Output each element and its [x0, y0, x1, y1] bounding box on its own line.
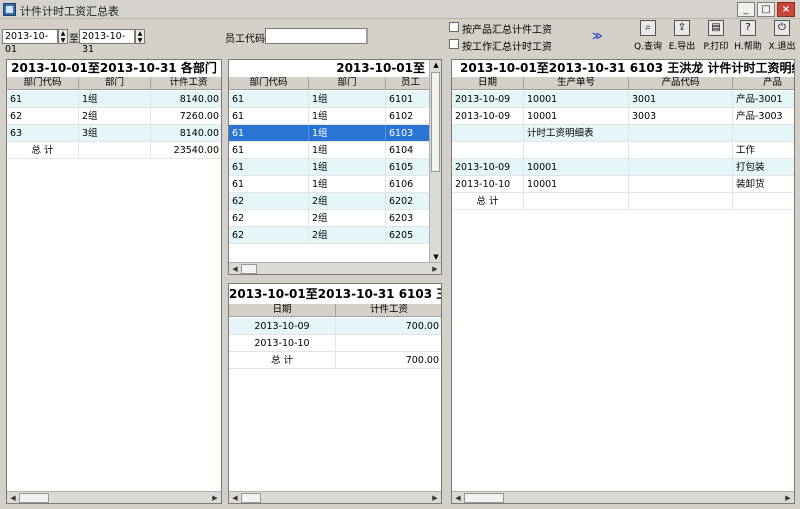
table-row[interactable]: 2013-10-09 10001 打包装 — [452, 159, 794, 176]
table-row[interactable]: 61 1组 6106 — [229, 176, 431, 193]
detail-panel: 2013-10-01至2013-10-31 6103 王洪龙 计件计时工资明细表… — [451, 59, 795, 504]
scroll-left-icon[interactable]: ◀ — [453, 493, 463, 503]
table-row[interactable]: 62 2组 6202 — [229, 193, 431, 210]
app-icon — [3, 3, 16, 16]
department-table-header: 部门代码 部门 计件工资 — [7, 77, 221, 90]
table-row[interactable]: 62 2组 6203 — [229, 210, 431, 227]
date-from-input[interactable]: 2013-10-01 — [2, 29, 58, 55]
table-row[interactable]: 计时工资明细表 — [452, 125, 794, 142]
work-summary-label: 按工作汇总计时工资 — [462, 42, 552, 53]
table-row[interactable]: 2013-10-10 — [229, 335, 441, 352]
title-bar: 计件计时工资汇总表 _ □ × — [0, 0, 800, 19]
scroll-left-icon[interactable]: ◀ — [230, 264, 240, 274]
maximize-button[interactable]: □ — [757, 2, 775, 17]
department-panel-title: 2013-10-01至2013-10-31 各部门 — [11, 61, 217, 75]
scroll-thumb[interactable] — [464, 493, 504, 503]
employee-label: 员工代码 — [225, 34, 265, 45]
export-button[interactable]: ⇪ E.导出 — [666, 20, 698, 54]
scroll-right-icon[interactable]: ▶ — [430, 264, 440, 274]
scroll-thumb[interactable] — [431, 72, 440, 172]
table-row[interactable]: 2013-10-09 10001 3003 产品-3003 — [452, 108, 794, 125]
table-row[interactable]: 61 1组 6104 — [229, 142, 431, 159]
horizontal-scrollbar[interactable]: ◀ ▶ — [229, 491, 441, 503]
scroll-up-icon[interactable]: ▲ — [431, 61, 441, 69]
help-button[interactable]: ? H.帮助 — [732, 20, 764, 54]
vertical-scrollbar[interactable]: ▲ ▼ — [429, 60, 441, 262]
to-label: 至 — [69, 34, 79, 45]
total-row: 总 计 700.00 — [229, 352, 441, 369]
table-row-selected[interactable]: 61 1组 6103 — [229, 125, 431, 142]
daily-table-header: 日期 计件工资 — [229, 304, 441, 317]
scroll-left-icon[interactable]: ◀ — [230, 493, 240, 503]
detail-table-header: 日期 生产单号 产品代码 产品 — [452, 77, 794, 90]
table-row[interactable]: 62 2组 7260.00 — [7, 108, 221, 125]
table-row[interactable]: 2013-10-09 10001 3001 产品-3001 — [452, 91, 794, 108]
export-icon: ⇪ — [674, 20, 690, 36]
scroll-right-icon[interactable]: ▶ — [210, 493, 220, 503]
horizontal-scrollbar[interactable]: ◀ ▶ — [7, 491, 221, 503]
table-row[interactable]: 61 1组 6105 — [229, 159, 431, 176]
detail-panel-title: 2013-10-01至2013-10-31 6103 王洪龙 计件计时工资明细表 — [460, 61, 794, 75]
scroll-thumb[interactable] — [241, 264, 257, 274]
scroll-down-icon[interactable]: ▼ — [431, 253, 441, 261]
employee-summary-panel: 2013-10-01至 部门代码 部门 员工 61 1组 6101 61 1组 … — [228, 59, 442, 275]
daily-panel-title: 2013-10-01至2013-10-31 6103 王 — [229, 287, 441, 301]
exit-button[interactable]: ⏻ X.退出 — [766, 20, 798, 54]
query-icon: ⌕ — [640, 20, 656, 36]
help-icon: ? — [740, 20, 756, 36]
employee-panel-title: 2013-10-01至 — [336, 61, 425, 75]
scroll-thumb[interactable] — [19, 493, 49, 503]
employee-code-input[interactable] — [265, 28, 368, 44]
window-title: 计件计时工资汇总表 — [20, 5, 119, 18]
minimize-button[interactable]: _ — [737, 2, 755, 17]
table-row[interactable]: 2013-10-09 700.00 — [229, 318, 441, 335]
print-button[interactable]: ▤ P.打印 — [700, 20, 732, 54]
total-row: 总 计 23540.00 — [7, 142, 221, 159]
employee-table-header: 部门代码 部门 员工 — [229, 77, 429, 90]
date-from-spinner[interactable]: ▲ ▼ — [58, 29, 68, 44]
product-summary-checkbox[interactable] — [449, 22, 459, 32]
horizontal-scrollbar[interactable]: ◀ ▶ — [229, 262, 441, 274]
expand-icon[interactable]: ≫ — [592, 31, 602, 42]
daily-pay-panel: 2013-10-01至2013-10-31 6103 王 日期 计件工资 201… — [228, 283, 442, 504]
scroll-thumb[interactable] — [241, 493, 261, 503]
table-row[interactable]: 63 3组 8140.00 — [7, 125, 221, 142]
close-button[interactable]: × — [777, 2, 795, 17]
scroll-right-icon[interactable]: ▶ — [430, 493, 440, 503]
total-row: 总 计 — [452, 193, 794, 210]
work-summary-checkbox[interactable] — [449, 39, 459, 49]
scroll-left-icon[interactable]: ◀ — [8, 493, 18, 503]
exit-icon: ⏻ — [774, 20, 790, 36]
scroll-right-icon[interactable]: ▶ — [783, 493, 793, 503]
table-row[interactable]: 61 1组 6101 — [229, 91, 431, 108]
department-summary-panel: 2013-10-01至2013-10-31 各部门 部门代码 部门 计件工资 6… — [6, 59, 222, 504]
table-row[interactable]: 2013-10-10 10001 装卸货 — [452, 176, 794, 193]
product-summary-label: 按产品汇总计件工资 — [462, 25, 552, 36]
table-row[interactable]: 61 1组 8140.00 — [7, 91, 221, 108]
table-row[interactable]: 工作 — [452, 142, 794, 159]
date-to-spinner[interactable]: ▲ ▼ — [135, 29, 145, 44]
table-row[interactable]: 61 1组 6102 — [229, 108, 431, 125]
printer-icon: ▤ — [708, 20, 724, 36]
date-to-input[interactable]: 2013-10-31 — [79, 29, 135, 55]
table-row[interactable]: 62 2组 6205 — [229, 227, 431, 244]
query-button[interactable]: ⌕ Q.查询 — [632, 20, 664, 54]
horizontal-scrollbar[interactable]: ◀ ▶ — [452, 491, 794, 503]
